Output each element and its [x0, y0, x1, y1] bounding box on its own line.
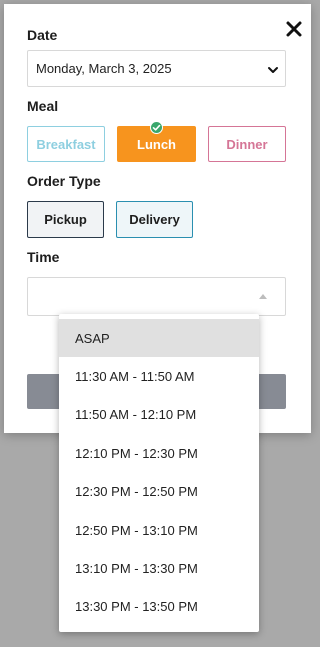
chevron-down-icon [267, 63, 279, 78]
pickup-button[interactable]: Pickup [27, 201, 104, 238]
date-select[interactable]: Monday, March 3, 2025 [27, 50, 286, 87]
time-option[interactable]: 12:10 PM - 12:30 PM [59, 434, 259, 472]
time-option-asap[interactable]: ASAP [59, 319, 259, 358]
caret-up-icon [259, 294, 267, 299]
meal-breakfast-button[interactable]: Breakfast [27, 126, 105, 162]
time-option[interactable]: 13:10 PM - 13:30 PM [59, 549, 259, 587]
time-option[interactable]: 11:50 AM - 12:10 PM [59, 396, 259, 434]
time-option[interactable]: 11:30 AM - 11:50 AM [59, 357, 259, 395]
date-label: Date [27, 27, 58, 43]
time-option[interactable]: 13:30 PM - 13:50 PM [59, 588, 259, 626]
time-option[interactable]: 12:30 PM - 12:50 PM [59, 473, 259, 511]
time-option[interactable]: 12:50 PM - 13:10 PM [59, 511, 259, 549]
check-icon [150, 121, 163, 134]
meal-label: Meal [27, 98, 59, 114]
close-icon[interactable] [283, 18, 305, 40]
order-type-label: Order Type [27, 173, 101, 189]
meal-dinner-button[interactable]: Dinner [208, 126, 286, 162]
time-select[interactable] [27, 277, 286, 316]
date-value: Monday, March 3, 2025 [36, 61, 172, 76]
time-label: Time [27, 249, 60, 265]
delivery-button[interactable]: Delivery [116, 201, 193, 238]
time-dropdown: ASAP 11:30 AM - 11:50 AM 11:50 AM - 12:1… [59, 314, 259, 632]
